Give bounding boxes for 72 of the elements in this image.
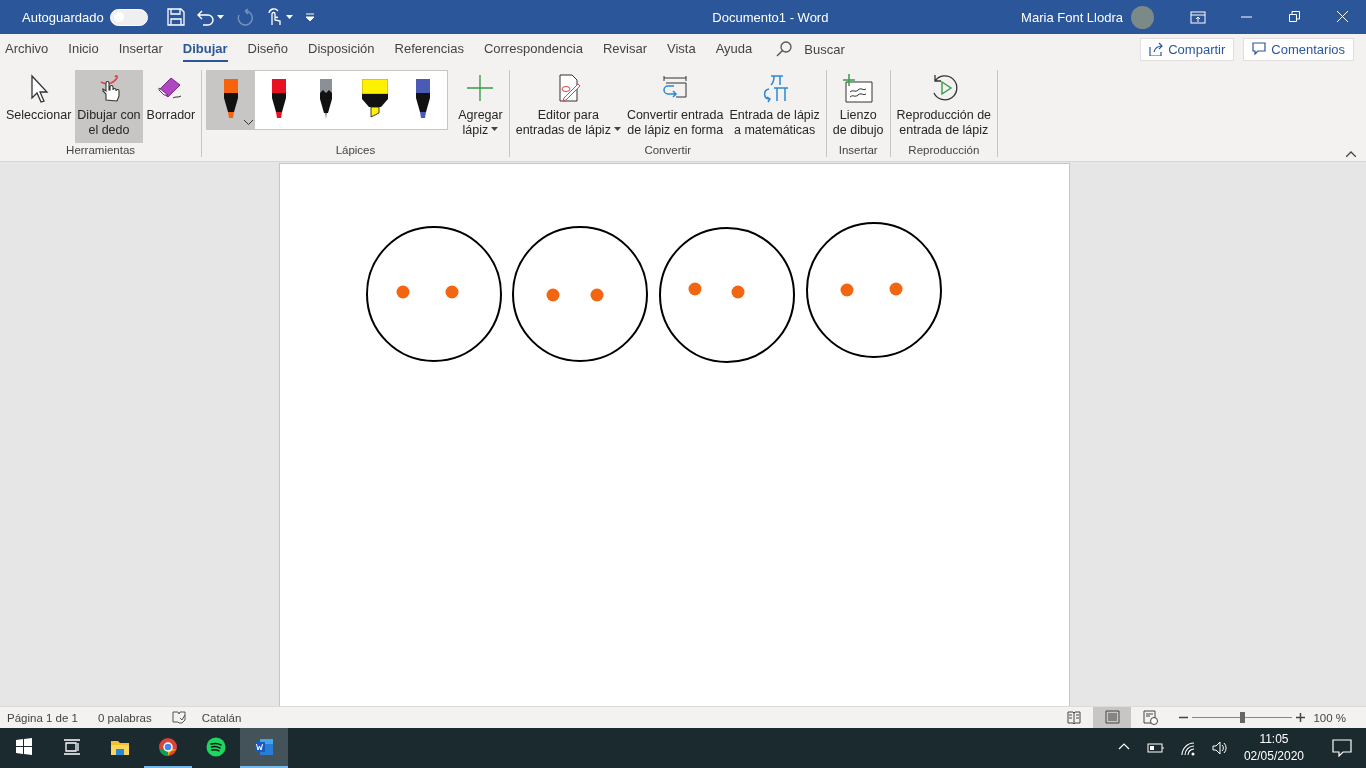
ribbon-tab[interactable]: Correspondencia: [483, 36, 583, 62]
zoom-in-icon[interactable]: [1296, 713, 1306, 722]
zoom-level[interactable]: 100 %: [1313, 711, 1346, 724]
finger-button[interactable]: Dibujar con el dedo: [75, 70, 143, 143]
close-button[interactable]: [1336, 10, 1348, 24]
eraser-button[interactable]: Borrador: [144, 70, 198, 143]
ink-math-button[interactable]: Entrada de lápiz a matemáticas: [727, 70, 822, 143]
group-label: Lápices: [335, 144, 376, 157]
restore-button[interactable]: [1288, 10, 1300, 24]
clock-date[interactable]: 02/05/2020: [1243, 748, 1304, 765]
hand-pointer-icon: [265, 8, 284, 26]
save-icon: [166, 8, 185, 26]
share-button[interactable]: Compartir: [1140, 37, 1235, 61]
web-view-icon: [1142, 710, 1158, 725]
task-view-icon[interactable]: [62, 737, 82, 757]
ribbon-tab[interactable]: Insertar: [118, 36, 163, 62]
group-label: Insertar: [838, 144, 878, 157]
autosave-toggle[interactable]: [109, 8, 148, 26]
ink-editor-button[interactable]: Editor para entradas de lápiz: [513, 70, 623, 143]
user-name: Maria Font Llodra: [1021, 9, 1123, 25]
slider-thumb[interactable]: [1240, 712, 1246, 723]
search-field[interactable]: Buscar: [802, 40, 883, 58]
redo-icon: [235, 8, 254, 26]
group-label: Herramientas: [66, 144, 136, 157]
ribbon-tab[interactable]: Inicio: [68, 36, 99, 62]
ribbon-tab[interactable]: Diseño: [247, 36, 289, 62]
volume-icon[interactable]: [1211, 739, 1228, 757]
notifications-icon[interactable]: [1332, 739, 1352, 757]
ribbon-display-button[interactable]: [1190, 10, 1206, 24]
caret-icon: [491, 127, 499, 131]
caret-icon: [613, 127, 621, 131]
chevron-down-icon[interactable]: [244, 120, 254, 125]
ribbon-tab[interactable]: Dibujar: [182, 36, 228, 62]
caret-icon: [285, 15, 293, 19]
group-label: Convertir: [644, 144, 692, 157]
ribbon-tab[interactable]: Revisar: [602, 36, 647, 62]
autosave-label: Autoguardado: [22, 9, 104, 25]
select-button[interactable]: Seleccionar: [4, 70, 74, 143]
word-logo-button[interactable]: [240, 728, 288, 768]
caret-icon: [216, 15, 224, 19]
ribbon-tab[interactable]: Archivo: [5, 36, 49, 62]
print-view-button[interactable]: [1093, 707, 1132, 728]
clock-time[interactable]: 11:05: [1259, 731, 1289, 748]
page-count[interactable]: Página 1 de 1: [7, 711, 78, 724]
comment-icon: [1252, 42, 1267, 56]
proofing-icon[interactable]: [171, 711, 186, 724]
chrome-logo-icon: [158, 737, 178, 757]
canvas-button[interactable]: Lienzo de dibujo: [830, 70, 886, 143]
window-title: Documento1 - Word: [711, 9, 830, 25]
search-icon: [776, 41, 793, 57]
replay-button[interactable]: Reproducción de entrada de lápiz: [894, 70, 994, 143]
drawing-canvas-icon: [842, 72, 875, 104]
ribbon-tab[interactable]: Referencias: [394, 36, 464, 62]
spotify-logo-icon: [206, 737, 226, 757]
ribbon-tab[interactable]: Vista: [667, 36, 696, 62]
share-icon: [1149, 42, 1164, 56]
undo-icon: [196, 8, 215, 26]
collapse-ribbon-icon[interactable]: [1346, 151, 1356, 157]
language[interactable]: Catalán: [201, 711, 242, 724]
group-label: Reproducción: [908, 144, 980, 157]
comments-button[interactable]: Comentarios: [1243, 37, 1354, 61]
wifi-icon[interactable]: [1179, 739, 1196, 757]
add-button[interactable]: Agregar lápiz: [456, 70, 505, 143]
print-view-icon: [1104, 710, 1120, 725]
word-logo-icon: [254, 737, 274, 757]
ribbon-tab[interactable]: Disposición: [308, 36, 375, 62]
ink-shape-button[interactable]: Convertir entrada de lápiz en forma: [624, 70, 726, 143]
read-view-icon: [1066, 710, 1082, 725]
pen-swatch[interactable]: [207, 71, 256, 129]
start-icon[interactable]: [14, 737, 34, 757]
word-count[interactable]: 0 palabras: [98, 711, 152, 724]
ribbon-tab[interactable]: Ayuda: [715, 36, 753, 62]
